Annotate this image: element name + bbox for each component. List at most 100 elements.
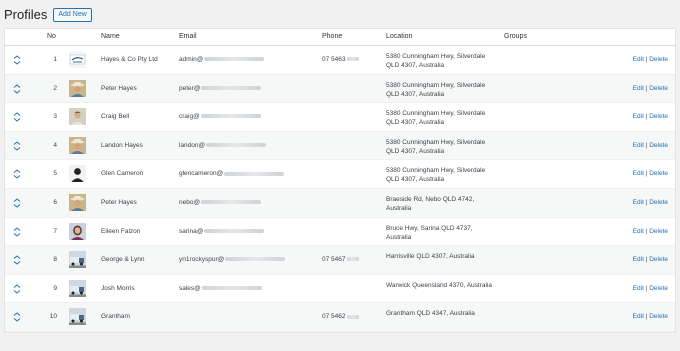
row-number: 6 (53, 198, 57, 206)
profile-name: Eileen Falzon (101, 227, 141, 235)
table-header: No Name Email Phone Location Groups (5, 29, 675, 46)
profile-email: sarina@ (179, 228, 265, 235)
avatar-cowboy (69, 136, 86, 154)
delete-link[interactable]: Delete (649, 85, 668, 92)
avatar-truck (69, 279, 86, 297)
profile-name: Peter Hayes (101, 198, 137, 206)
avatar-truck (69, 308, 86, 326)
profile-email: admin@ (179, 56, 265, 63)
phone-redacted (346, 57, 359, 62)
avatar-logo (69, 51, 86, 68)
drag-handle-icon[interactable] (13, 255, 21, 265)
profile-location: 5380 Cunningham Hwy, Silverdale QLD 4307,… (386, 110, 486, 127)
avatar-person (69, 108, 86, 126)
row-number: 7 (53, 227, 57, 235)
drag-handle-icon[interactable] (13, 112, 21, 122)
column-header-location[interactable]: Location (386, 33, 412, 40)
edit-link[interactable]: Edit (633, 56, 644, 63)
edit-link[interactable]: Edit (633, 113, 644, 120)
profile-email: nebo@ (179, 199, 262, 206)
drag-handle-icon[interactable] (13, 141, 21, 151)
row-actions: Edit | Delete (632, 170, 668, 178)
column-header-email[interactable]: Email (179, 33, 197, 40)
edit-link[interactable]: Edit (633, 85, 644, 92)
column-header-no[interactable]: No (47, 33, 56, 40)
delete-link[interactable]: Delete (649, 170, 668, 177)
row-actions: Edit | Delete (632, 227, 668, 235)
row-number: 3 (53, 113, 57, 121)
profile-location: 5380 Cunningham Hwy, Silverdale QLD 4307,… (386, 53, 486, 69)
table-row: 10 Grantham 07 5462 Grantham QLD 4347, A… (5, 303, 675, 332)
drag-handle-icon[interactable] (13, 312, 21, 322)
email-redacted (201, 200, 262, 205)
profile-name: Glen Cameron (101, 170, 144, 178)
table-body: 1 Hayes & Co Pty Ltd admin@ 07 5463 5380… (5, 46, 675, 332)
avatar-woman (69, 222, 86, 240)
delete-link[interactable]: Delete (649, 313, 668, 320)
drag-handle-icon[interactable] (13, 284, 21, 294)
edit-link[interactable]: Edit (633, 256, 644, 263)
avatar-silhouette (69, 165, 86, 183)
column-header-phone[interactable]: Phone (322, 33, 342, 40)
table-row: 1 Hayes & Co Pty Ltd admin@ 07 5463 5380… (5, 46, 675, 75)
add-new-button[interactable]: Add New (53, 7, 92, 22)
column-header-name[interactable]: Name (101, 33, 120, 40)
profile-location: Grantham QLD 4347, Australia (386, 310, 475, 318)
edit-link[interactable]: Edit (633, 199, 644, 206)
profile-location: Warwick Queensland 4370, Australia (386, 281, 492, 289)
delete-link[interactable]: Delete (649, 256, 668, 263)
table-row: 6 Peter Hayes nebo@ Braeside Rd, Nebo QL… (5, 188, 675, 218)
profile-name: Grantham (101, 313, 130, 321)
profile-name: Craig Bell (101, 113, 130, 121)
drag-handle-icon[interactable] (13, 83, 21, 94)
profile-location: 5380 Cunningham Hwy, Silverdale QLD 4307,… (386, 138, 486, 155)
edit-link[interactable]: Edit (633, 142, 644, 149)
edit-link[interactable]: Edit (633, 285, 644, 292)
profile-email: yn1rockyspur@ (179, 256, 286, 263)
delete-link[interactable]: Delete (649, 142, 668, 149)
avatar-truck (69, 251, 86, 269)
profile-email: sales@ (179, 285, 262, 292)
email-redacted (204, 228, 265, 233)
table-row: 7 Eileen Falzon sarina@ Bruce Hwy, Sarin… (5, 218, 675, 247)
drag-handle-icon[interactable] (13, 169, 21, 180)
row-number: 9 (53, 284, 57, 292)
profile-name: Josh Morris (101, 284, 135, 292)
edit-link[interactable]: Edit (633, 228, 644, 235)
email-redacted (206, 143, 267, 148)
page-title: Profiles (4, 7, 48, 22)
edit-link[interactable]: Edit (633, 313, 644, 320)
email-redacted (224, 171, 285, 176)
table-row: 5 Glen Cameron glencameron@ 5380 Cunning… (5, 160, 675, 189)
profile-email: glencameron@ (179, 170, 285, 177)
page-header: Profiles Add New (4, 7, 92, 22)
drag-handle-icon[interactable] (13, 55, 21, 65)
profiles-table: No Name Email Phone Location Groups 1 Ha… (4, 28, 676, 333)
table-row: 4 Landon Hayes landon@ 5380 Cunningham H… (5, 131, 675, 161)
email-redacted (201, 286, 262, 291)
email-redacted (225, 257, 286, 262)
profile-location: Harrisville QLD 4307, Australia (386, 253, 475, 261)
email-redacted (204, 57, 265, 62)
table-row: 9 Josh Morris sales@ Warwick Queensland … (5, 275, 675, 304)
delete-link[interactable]: Delete (649, 56, 668, 63)
delete-link[interactable]: Delete (649, 113, 668, 120)
row-actions: Edit | Delete (632, 84, 668, 92)
table-row: 3 Craig Bell craig@ 5380 Cunningham Hwy,… (5, 103, 675, 132)
delete-link[interactable]: Delete (649, 285, 668, 292)
column-header-groups[interactable]: Groups (504, 33, 527, 40)
profile-phone: 07 5463 (322, 56, 359, 63)
profile-location: 5380 Cunningham Hwy, Silverdale QLD 4307,… (386, 81, 486, 98)
row-actions: Edit | Delete (632, 284, 668, 292)
row-number: 10 (49, 313, 57, 321)
edit-link[interactable]: Edit (633, 170, 644, 177)
profile-location: 5380 Cunningham Hwy, Silverdale QLD 4307,… (386, 167, 486, 184)
delete-link[interactable]: Delete (649, 199, 668, 206)
profile-email: peter@ (179, 85, 262, 92)
row-number: 1 (53, 56, 57, 63)
row-number: 5 (53, 170, 57, 178)
profile-phone: 07 5462 (322, 313, 359, 320)
drag-handle-icon[interactable] (13, 198, 21, 208)
drag-handle-icon[interactable] (13, 226, 21, 237)
delete-link[interactable]: Delete (649, 228, 668, 235)
